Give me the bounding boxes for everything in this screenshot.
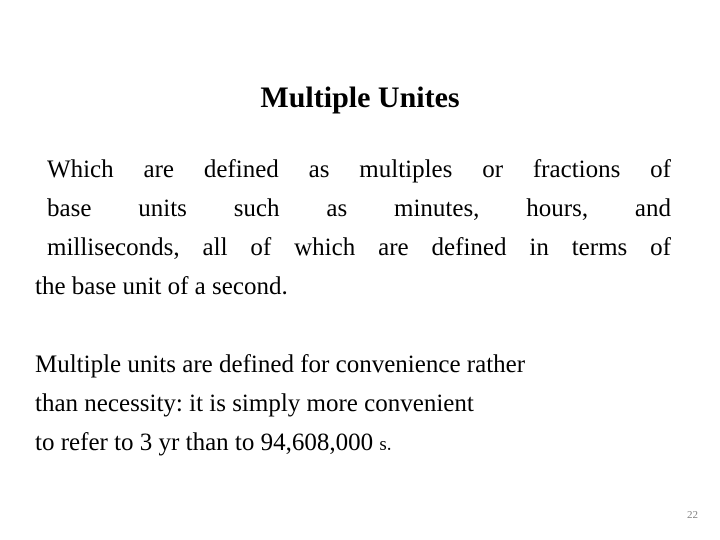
page-number: 22 bbox=[687, 509, 698, 521]
page-title: Multiple Unites bbox=[260, 81, 460, 114]
seconds-unit-label: s. bbox=[379, 434, 392, 455]
paragraph-two-line-1: Multiple units are defined for convenien… bbox=[35, 351, 526, 378]
paragraph-one-line-4: the base unit of a second. bbox=[35, 273, 288, 300]
paragraph-two-line-2: than necessity: it is simply more conven… bbox=[35, 390, 474, 417]
paragraph-one-line-2: base units such as minutes, hours, and bbox=[47, 195, 671, 222]
slide-canvas: Multiple Unites Which are defined as mul… bbox=[0, 0, 720, 540]
paragraph-one-line-3: milliseconds, all of which are defined i… bbox=[47, 234, 671, 261]
paragraph-one-line-1: Which are defined as multiples or fracti… bbox=[47, 156, 671, 183]
paragraph-two: Multiple units are defined for convenien… bbox=[35, 345, 671, 464]
slide-body: Which are defined as multiples or fracti… bbox=[35, 150, 671, 464]
paragraph-two-line-3: to refer to 3 yr than to 94,608,000 s. bbox=[35, 423, 671, 464]
paragraph-two-line-3-text: to refer to 3 yr than to 94,608,000 bbox=[35, 429, 380, 456]
paragraph-one: Which are defined as multiples or fracti… bbox=[35, 150, 671, 306]
